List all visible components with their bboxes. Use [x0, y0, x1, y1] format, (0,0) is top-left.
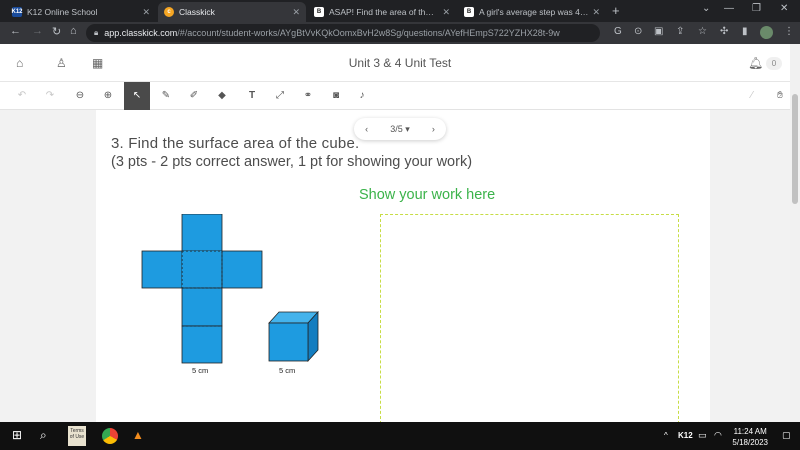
kebab-menu-icon[interactable]: ⋮	[784, 26, 794, 37]
tab-brainly-triangle[interactable]: B ASAP! Find the area of the triang... ✕	[308, 2, 456, 22]
minimize-icon[interactable]: —	[724, 3, 734, 14]
link-icon[interactable]: ⚭	[300, 88, 316, 104]
close-icon[interactable]: ✕	[592, 7, 600, 18]
microphone-icon[interactable]: ♪	[354, 88, 370, 104]
battery-icon[interactable]: ▭	[698, 430, 707, 441]
page-scrollbar-thumb[interactable]	[792, 94, 798, 204]
net-face-top	[181, 214, 223, 252]
chevron-up-icon[interactable]: ^	[664, 431, 668, 440]
classkick-page: ⌂ ♙ ▦ Unit 3 & 4 Unit Test 🔔︎ 0 ↶ ↷ ⊖ ⊕ …	[0, 44, 800, 422]
zoom-in-icon[interactable]: ⊕	[100, 88, 116, 104]
windows-taskbar: ⊞ ⌕ Terms of Use ▲ ^ K12 ▭ ◠ 11:24 AM 5/…	[0, 422, 800, 450]
tab-label: ASAP! Find the area of the triang...	[329, 7, 438, 17]
question-text: 3. Find the surface area of the cube.	[111, 135, 360, 152]
eraser-icon[interactable]: ◆	[214, 88, 230, 104]
url-host: app.classkick.com	[104, 28, 178, 38]
clock-time: 11:24 AM	[733, 427, 767, 436]
search-icon[interactable]: ⌕	[40, 428, 47, 443]
cube-net	[141, 214, 263, 364]
net-dimension-label: 5 cm	[192, 366, 209, 375]
cube-front-face	[268, 322, 309, 362]
brainly-favicon-icon: B	[464, 7, 474, 17]
browser-toolbar: ← → ↻ ⌂ 🔒︎ app.classkick.com /#/account/…	[0, 22, 800, 44]
page-title: Unit 3 & 4 Unit Test	[348, 56, 452, 70]
highlighter-icon[interactable]: ✐	[186, 88, 202, 104]
brainly-favicon-icon: B	[314, 7, 324, 17]
close-icon[interactable]: ✕	[142, 7, 150, 18]
chevron-down-icon[interactable]: ⌄	[702, 3, 710, 14]
chevron-left-icon[interactable]: ‹	[365, 124, 368, 134]
chrome-icon[interactable]	[102, 428, 118, 444]
bell-icon[interactable]: 🔔︎	[748, 56, 763, 70]
wand-icon[interactable]: ⁄	[744, 88, 760, 104]
zoom-out-icon[interactable]: ⊖	[72, 88, 88, 104]
cube-figure	[268, 310, 319, 363]
taskbar-clock[interactable]: 11:24 AM 5/18/2023	[732, 426, 768, 448]
question-pager: ‹ 3/5 ▾ ›	[354, 118, 446, 140]
address-bar[interactable]: 🔒︎ app.classkick.com /#/account/student-…	[86, 24, 600, 42]
classkick-favicon-icon: c	[164, 7, 174, 17]
tab-k12[interactable]: K12 K12 Online School ✕	[6, 2, 156, 22]
notification-icon[interactable]: ▢	[782, 430, 791, 441]
notification-badge: 0	[766, 57, 782, 70]
browser-tab-bar: K12 K12 Online School ✕ c Classkick ✕ B …	[0, 0, 800, 22]
camera-icon[interactable]: ◙	[328, 88, 344, 104]
tab-classkick[interactable]: c Classkick ✕	[158, 2, 306, 22]
cube-dimension-label: 5 cm	[279, 366, 296, 375]
restore-icon[interactable]: ❐	[752, 3, 761, 14]
close-icon[interactable]: ✕	[292, 7, 300, 18]
back-arrow-icon[interactable]: ←	[10, 25, 21, 37]
drawing-toolbar: ↶ ↷ ⊖ ⊕ ↖ ✎ ✐ ◆ T ⤢ ⚭ ◙ ♪ ⁄ ✋︎	[0, 82, 800, 110]
share-icon[interactable]: ⇪	[676, 26, 684, 37]
k12-favicon-icon: K12	[11, 7, 23, 17]
close-icon[interactable]: ✕	[442, 7, 450, 18]
sidebar-icon[interactable]: ▮	[742, 26, 748, 37]
home-icon[interactable]: ⌂	[70, 25, 77, 37]
app-header: ⌂ ♙ ▦ Unit 3 & 4 Unit Test 🔔︎ 0	[0, 44, 800, 82]
tab-label: Classkick	[179, 7, 215, 17]
google-extension-icon[interactable]: G	[614, 26, 622, 37]
star-bookmark-icon[interactable]: ☆	[698, 26, 707, 37]
tray-k12[interactable]: K12	[678, 431, 693, 440]
net-face-left	[141, 250, 183, 289]
windows-start-icon[interactable]: ⊞	[12, 428, 22, 442]
wifi-icon[interactable]: ◠	[714, 430, 722, 441]
hand-tool-icon[interactable]: ✋︎	[772, 88, 788, 104]
line-tool-icon[interactable]: ⤢	[272, 88, 288, 104]
redo-icon[interactable]: ↷	[42, 88, 58, 104]
chevron-right-icon[interactable]: ›	[432, 124, 435, 134]
reload-icon[interactable]: ↻	[52, 25, 61, 38]
net-face-bottom	[181, 287, 223, 327]
extensions-puzzle-icon[interactable]: ✣	[720, 26, 728, 37]
net-face-right	[221, 250, 263, 289]
undo-icon[interactable]: ↶	[14, 88, 30, 104]
clock-date: 5/18/2023	[732, 438, 768, 447]
lens-icon[interactable]: ⊙	[634, 26, 642, 37]
net-face-center	[181, 250, 223, 289]
pager-label[interactable]: 3/5 ▾	[390, 124, 410, 135]
work-area[interactable]	[380, 214, 679, 422]
new-tab-plus-icon[interactable]: +	[612, 3, 620, 18]
tab-label: A girl's average step was 40cm. F...	[479, 7, 589, 17]
vlc-icon[interactable]: ▲	[132, 428, 144, 442]
url-path: /#/account/student-works/AYgBtVvKQkOomxB…	[177, 28, 560, 38]
lock-icon: 🔒︎	[94, 28, 99, 37]
text-tool-icon[interactable]: T	[244, 88, 260, 104]
forward-arrow-icon[interactable]: →	[32, 25, 43, 37]
pen-icon[interactable]: ✎	[158, 88, 174, 104]
avatar[interactable]	[760, 26, 773, 39]
worksheet[interactable]: 3. Find the surface area of the cube. (3…	[96, 110, 710, 422]
show-work-label: Show your work here	[359, 187, 496, 203]
close-window-icon[interactable]: ✕	[780, 3, 788, 14]
tab-label: K12 Online School	[27, 7, 98, 17]
net-face-back	[181, 325, 223, 364]
screen-share-icon[interactable]: ▣	[654, 26, 663, 37]
cube-net-figure	[141, 214, 263, 364]
pointer-tool-icon[interactable]: ↖	[124, 82, 150, 110]
question-points: (3 pts - 2 pts correct answer, 1 pt for …	[111, 154, 473, 170]
pager-text: 3/5	[390, 123, 403, 134]
terms-of-use-shortcut[interactable]: Terms of Use	[68, 426, 86, 446]
tab-brainly-step[interactable]: B A girl's average step was 40cm. F... ✕	[458, 2, 606, 22]
